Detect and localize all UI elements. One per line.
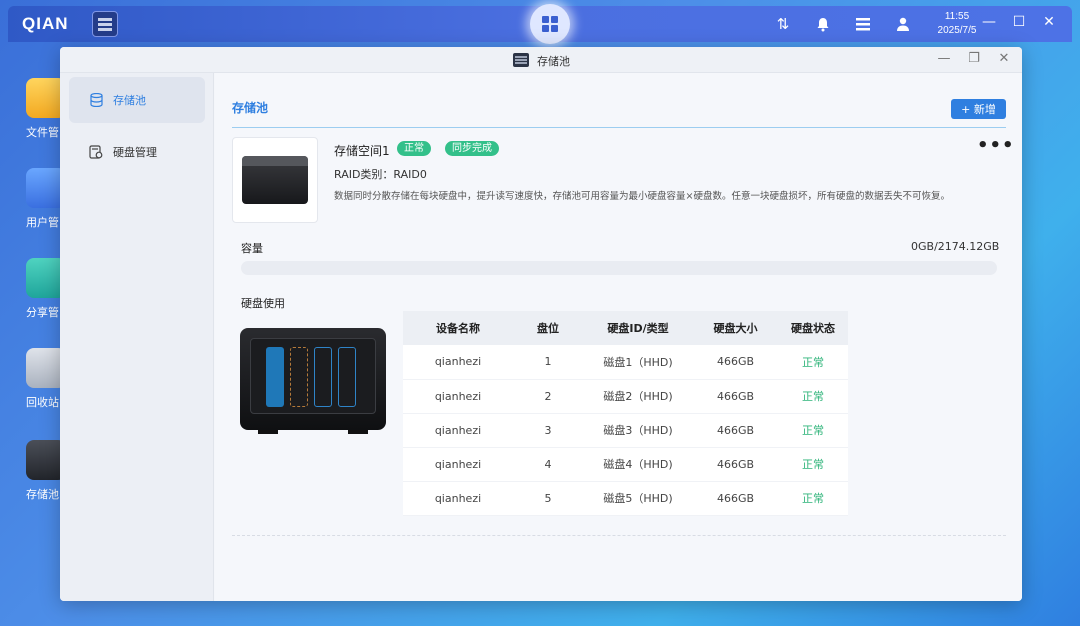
clock-time: 11:55 <box>944 11 970 22</box>
desktop-icon-label: 存储池 <box>26 488 59 501</box>
window-title: 存储池 <box>537 55 570 68</box>
disk-id-cell: 磁盘2（HHD) <box>583 379 693 414</box>
sync-badge: 同步完成 <box>445 141 499 156</box>
disk-status-cell: 正常 <box>778 413 848 448</box>
nas-device-icon <box>242 156 308 204</box>
nas-bay-illustration <box>240 328 386 434</box>
clock-date: 2025/7/5 <box>937 25 977 36</box>
drive-bay <box>314 347 332 407</box>
more-options-button[interactable]: ••• <box>977 135 1015 156</box>
capacity-label: 容量 <box>241 242 263 255</box>
disk-size-cell: 466GB <box>693 345 778 380</box>
add-pool-button[interactable]: + 新增 <box>951 99 1006 119</box>
disk-size-cell: 466GB <box>693 379 778 414</box>
sidebar-item-storage-pool[interactable]: 存储池 <box>69 77 205 123</box>
device-name-cell: qianhezi <box>403 345 513 380</box>
table-row[interactable]: qianhezi 1 磁盘1（HHD) 466GB 正常 <box>403 345 848 380</box>
sidebar-item-label: 硬盘管理 <box>113 146 157 159</box>
pool-device-image <box>232 137 318 223</box>
bay-cell: 1 <box>513 345 583 380</box>
window-titlebar[interactable]: 存储池 — ❐ ✕ <box>60 47 1022 73</box>
disk-id-cell: 磁盘3（HHD) <box>583 413 693 448</box>
disk-status-cell: 正常 <box>778 379 848 414</box>
disk-status-cell: 正常 <box>778 447 848 482</box>
minimize-icon[interactable]: — <box>980 14 998 30</box>
window-minimize-icon[interactable]: — <box>936 51 952 66</box>
drive-bay <box>338 347 356 407</box>
table-row[interactable]: qianhezi 3 磁盘3（HHD) 466GB 正常 <box>403 413 848 448</box>
raid-description: 数据同时分散存储在每块硬盘中，提升读写速度快，存储池可用容量为最小硬盘容量×硬盘… <box>334 191 950 202</box>
database-icon <box>89 93 103 107</box>
capacity-progress-bar <box>241 261 997 275</box>
disk-size-cell: 466GB <box>693 413 778 448</box>
table-row[interactable]: qianhezi 4 磁盘4（HHD) 466GB 正常 <box>403 447 848 482</box>
bay-cell: 5 <box>513 481 583 516</box>
sidebar: 存储池 硬盘管理 <box>60 73 214 601</box>
bay-cell: 2 <box>513 379 583 414</box>
apps-grid-icon <box>542 16 558 32</box>
table-row[interactable]: qianhezi 2 磁盘2（HHD) 466GB 正常 <box>403 379 848 414</box>
column-header: 硬盘大小 <box>693 311 778 345</box>
desktop-icon-label: 分享管 <box>26 306 59 319</box>
raid-type: RAID类别：RAID0 <box>334 168 427 181</box>
device-name-cell: qianhezi <box>403 379 513 414</box>
bell-icon[interactable] <box>812 13 834 35</box>
maximize-icon[interactable]: ☐ <box>1010 14 1028 30</box>
disk-id-cell: 磁盘1（HHD) <box>583 345 693 380</box>
disk-id-cell: 磁盘5（HHD) <box>583 481 693 516</box>
page-title: 存储池 <box>232 101 269 115</box>
column-header: 设备名称 <box>403 311 513 345</box>
disk-usage-label: 硬盘使用 <box>241 297 285 310</box>
sidebar-item-disk-management[interactable]: 硬盘管理 <box>69 129 205 175</box>
bay-cell: 3 <box>513 413 583 448</box>
desktop-icon-label: 回收站 <box>26 396 59 409</box>
disk-table: 设备名称 盘位 硬盘ID/类型 硬盘大小 硬盘状态 qianhezi 1 磁盘1… <box>403 311 848 516</box>
column-header: 硬盘状态 <box>778 311 848 345</box>
disk-size-cell: 466GB <box>693 481 778 516</box>
disk-settings-icon <box>89 145 103 159</box>
table-row[interactable]: qianhezi 5 磁盘5（HHD) 466GB 正常 <box>403 481 848 516</box>
drive-bay <box>290 347 308 407</box>
close-icon[interactable]: ✕ <box>1040 14 1058 30</box>
window-restore-icon[interactable]: ❐ <box>966 51 982 66</box>
column-header: 硬盘ID/类型 <box>583 311 693 345</box>
divider <box>232 127 1006 128</box>
disk-size-cell: 466GB <box>693 447 778 482</box>
storage-pool-icon <box>513 53 529 67</box>
storage-pool-window: 存储池 — ❐ ✕ 存储池 硬盘管理 存储池 + 新增 存储空间1 正常 同步完… <box>60 47 1022 601</box>
main-content: 存储池 + 新增 存储空间1 正常 同步完成 ••• RAID类别：RAID0 … <box>215 73 1022 601</box>
disk-status-cell: 正常 <box>778 481 848 516</box>
table-header-row: 设备名称 盘位 硬盘ID/类型 硬盘大小 硬盘状态 <box>403 311 848 345</box>
desktop-icon-label: 文件管 <box>26 126 59 139</box>
logo: QIAN <box>22 14 69 33</box>
clock: 11:55 2025/7/5 <box>932 10 982 38</box>
capacity-value: 0GB/2174.12GB <box>911 240 1000 253</box>
taskbar-storage-pool-app-icon[interactable] <box>92 11 118 37</box>
transfer-icon[interactable]: ⇅ <box>772 13 794 35</box>
status-badge: 正常 <box>397 141 431 156</box>
bay-cell: 4 <box>513 447 583 482</box>
column-header: 盘位 <box>513 311 583 345</box>
disk-status-cell: 正常 <box>778 345 848 380</box>
pool-name: 存储空间1 <box>334 144 390 158</box>
taskbar: QIAN ⇅ 11:55 2025/7/5 — ☐ ✕ <box>8 4 1072 44</box>
drive-bay <box>266 347 284 407</box>
menu-list-icon[interactable] <box>852 13 874 35</box>
user-icon[interactable] <box>892 13 914 35</box>
start-menu-button[interactable] <box>530 4 570 44</box>
disk-id-cell: 磁盘4（HHD) <box>583 447 693 482</box>
desktop-icon-label: 用户管 <box>26 216 59 229</box>
device-name-cell: qianhezi <box>403 481 513 516</box>
sidebar-item-label: 存储池 <box>113 94 146 107</box>
divider <box>232 535 1006 536</box>
device-name-cell: qianhezi <box>403 447 513 482</box>
device-name-cell: qianhezi <box>403 413 513 448</box>
window-close-icon[interactable]: ✕ <box>996 51 1012 66</box>
